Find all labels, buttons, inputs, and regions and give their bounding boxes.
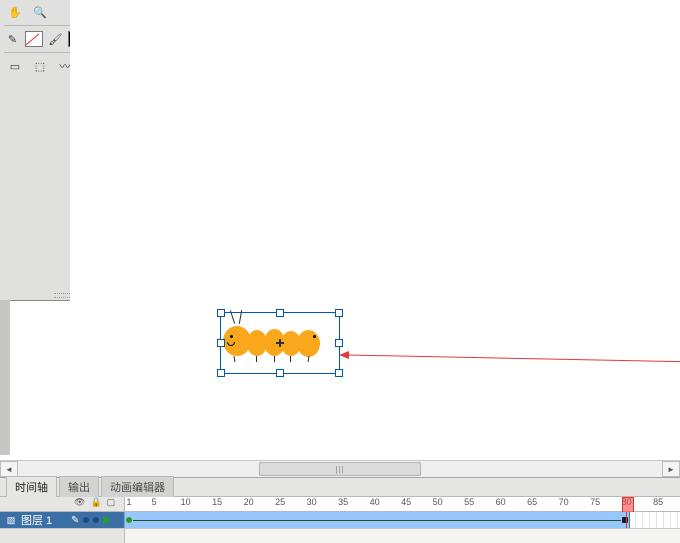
brush-icon: 🖌 <box>49 33 63 46</box>
frame-tick-label: 65 <box>527 497 537 507</box>
frame-tick-label: 5 <box>152 497 157 507</box>
stroke-color-swatch[interactable] <box>24 29 44 49</box>
eye-icon[interactable]: 👁 <box>74 497 85 508</box>
resize-handle-bottom[interactable] <box>276 369 284 377</box>
resize-handle-top-right[interactable] <box>335 309 343 317</box>
layer-type-icon: ▧ <box>4 513 18 527</box>
tab-motion-editor[interactable]: 动画编辑器 <box>101 476 174 497</box>
snap-icon: ⬚ <box>35 60 45 73</box>
frames-track[interactable] <box>124 512 680 528</box>
layer-lock-toggle[interactable] <box>93 517 99 523</box>
scroll-left-button[interactable]: ◄ <box>0 461 18 477</box>
outline-icon[interactable]: ▢ <box>107 497 116 508</box>
frame-tick-label: 35 <box>338 497 348 507</box>
timeline-footer-row <box>0 528 680 543</box>
keyframe-end-icon[interactable] <box>622 517 628 523</box>
resize-handle-bottom-right[interactable] <box>335 369 343 377</box>
frame-ruler[interactable]: 151015202530354045505560657075808590 <box>124 497 680 511</box>
playhead-marker[interactable] <box>622 497 634 513</box>
scroll-track[interactable]: ||| <box>18 461 662 477</box>
keyframe-start-icon[interactable] <box>126 517 132 523</box>
frame-tick-label: 15 <box>212 497 222 507</box>
frame-tick-label: 1 <box>126 497 131 507</box>
resize-handle-bottom-left[interactable] <box>217 369 225 377</box>
selection-bounds[interactable] <box>220 312 340 374</box>
snap-button[interactable]: ⬚ <box>29 56 51 76</box>
frame-tick-label: 30 <box>307 497 317 507</box>
layer-toggles <box>83 517 109 523</box>
smooth-icon: 〰 <box>60 58 71 74</box>
option-button[interactable]: ▭ <box>4 56 26 76</box>
tab-timeline[interactable]: 时间轴 <box>6 476 57 497</box>
hand-icon: ✋ <box>8 6 22 19</box>
empty-track <box>124 529 680 543</box>
pencil-icon: ✎ <box>8 33 17 46</box>
layer-visibility-toggle[interactable] <box>83 517 89 523</box>
frame-tick-label: 85 <box>653 497 663 507</box>
zoom-tool-button[interactable]: 🔍 <box>29 2 51 22</box>
tween-arrow-icon <box>133 520 621 521</box>
resize-handle-top-left[interactable] <box>217 309 225 317</box>
resize-handle-right[interactable] <box>335 339 343 347</box>
playhead-line-icon[interactable] <box>626 512 627 528</box>
frame-tick-label: 45 <box>401 497 411 507</box>
scroll-right-button[interactable]: ► <box>662 461 680 477</box>
frame-tick-label: 75 <box>590 497 600 507</box>
no-stroke-icon <box>25 31 43 47</box>
lock-icon[interactable]: 🔒 <box>90 497 101 508</box>
pencil-tool-button[interactable]: ✎ <box>4 29 21 49</box>
frame-tick-label: 70 <box>559 497 569 507</box>
motion-tween-span[interactable] <box>125 512 630 528</box>
registration-point-icon <box>276 339 284 347</box>
layer-header-row: 👁 🔒 ▢ 1510152025303540455055606570758085… <box>0 497 680 512</box>
brush-tool-button[interactable]: 🖌 <box>47 29 64 49</box>
frame-tick-label: 60 <box>496 497 506 507</box>
stage-canvas[interactable] <box>70 0 680 462</box>
motion-path-arrow-icon <box>339 350 680 364</box>
resize-handle-top[interactable] <box>276 309 284 317</box>
hand-tool-button[interactable]: ✋ <box>4 2 26 22</box>
timeline-panel: 时间轴 输出 动画编辑器 👁 🔒 ▢ 151015202530354045505… <box>0 477 680 540</box>
tab-output[interactable]: 输出 <box>59 476 99 497</box>
frame-tick-label: 55 <box>464 497 474 507</box>
zoom-icon: 🔍 <box>33 6 47 19</box>
frame-tick-label: 25 <box>275 497 285 507</box>
frame-tick-label: 20 <box>244 497 254 507</box>
rect-icon: ▭ <box>10 60 20 73</box>
active-layer-pencil-icon: ✎ <box>71 515 79 526</box>
layer-row[interactable]: ▧ 图层 1 ✎ <box>0 512 680 528</box>
layer-name-label[interactable]: 图层 1 <box>21 512 69 528</box>
resize-handle-left[interactable] <box>217 339 225 347</box>
scroll-thumb[interactable]: ||| <box>259 462 421 476</box>
frame-tick-label: 10 <box>181 497 191 507</box>
layer-outline-toggle[interactable] <box>103 517 109 523</box>
frame-tick-label: 40 <box>370 497 380 507</box>
panel-stub <box>0 300 10 455</box>
timeline-tabs: 时间轴 输出 动画编辑器 <box>0 478 680 497</box>
layer-header-icons: 👁 🔒 ▢ <box>74 497 115 508</box>
frame-tick-label: 50 <box>433 497 443 507</box>
